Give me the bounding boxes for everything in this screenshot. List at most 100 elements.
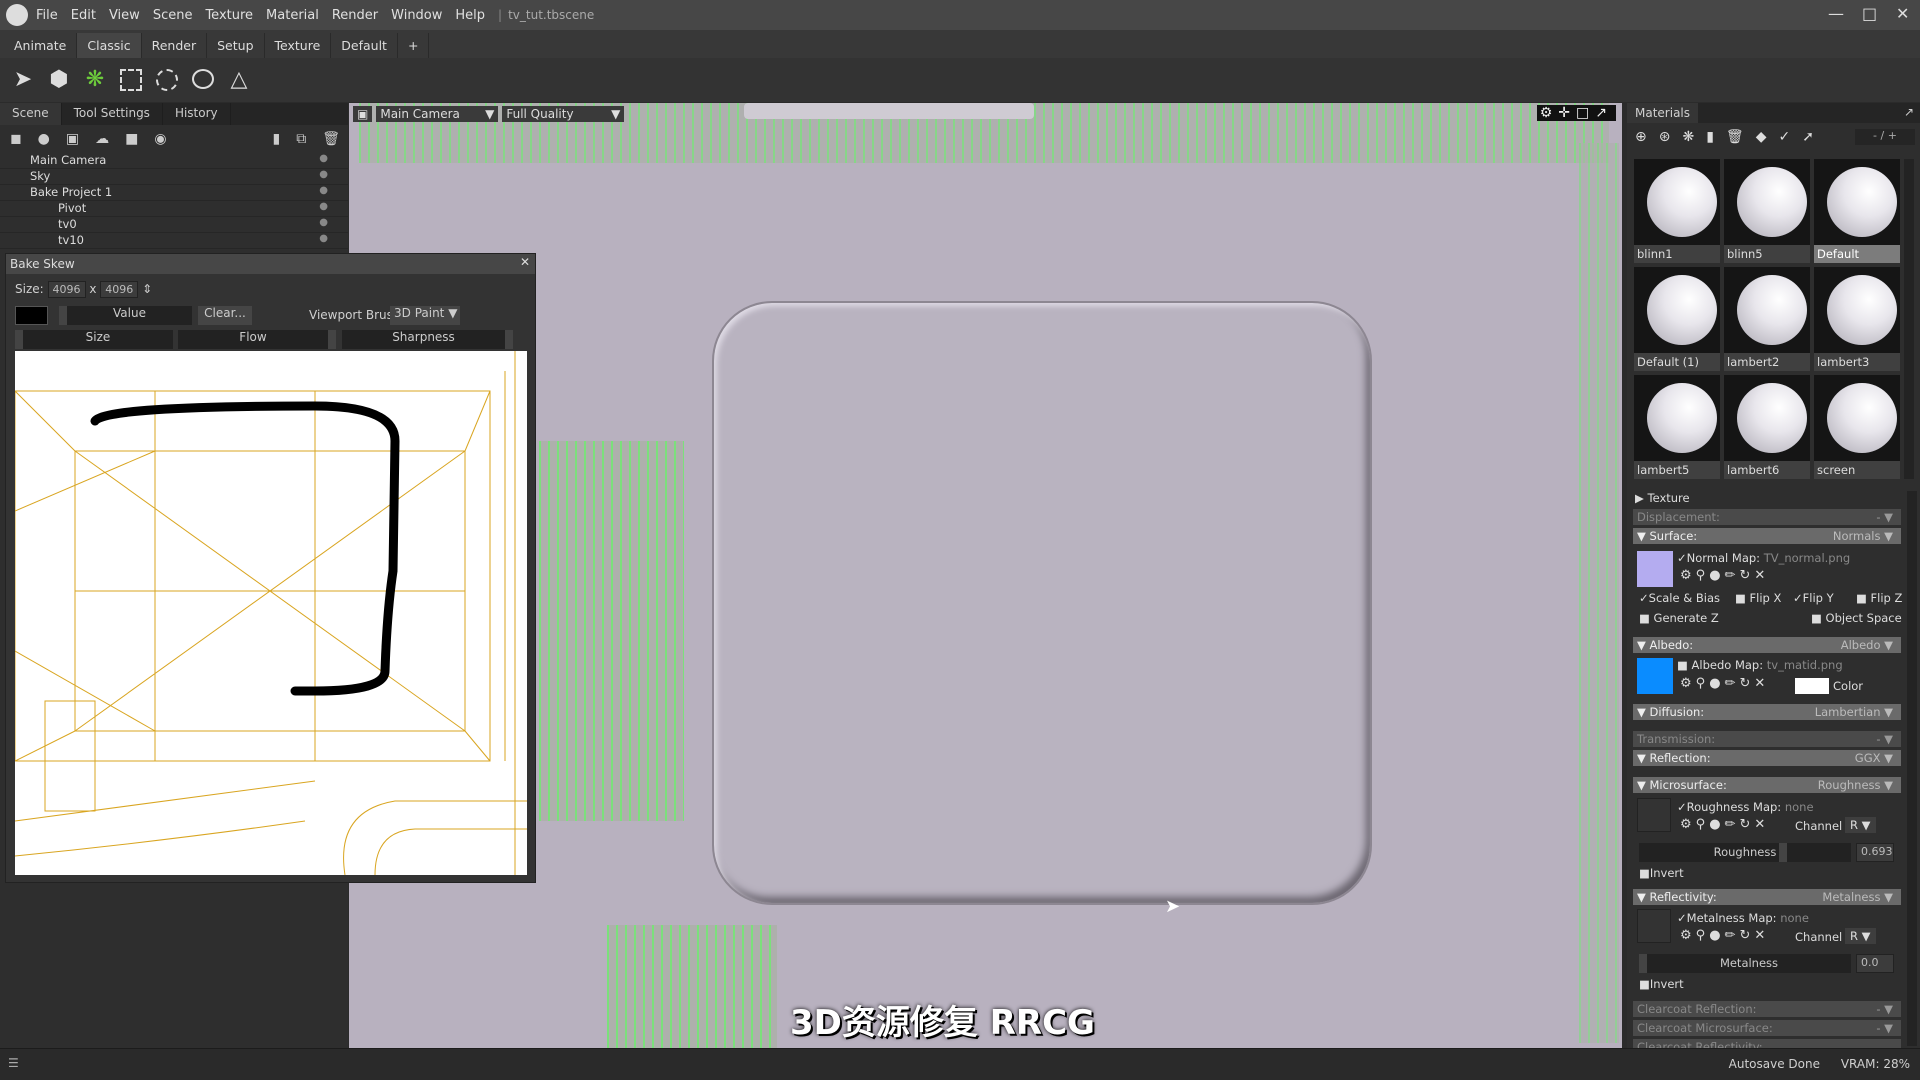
duplicate-icon[interactable]: ⧉ [296,131,306,147]
maximize-icon[interactable]: □ [1862,4,1877,23]
roughness-map-thumbnail[interactable] [1637,798,1671,832]
lasso-icon[interactable] [190,67,216,93]
menu-view[interactable]: View [109,8,140,23]
polygon-lasso-icon[interactable]: △ [226,67,252,93]
material-thumbnail[interactable]: lambert6 [1724,375,1810,479]
roughness-value[interactable]: 0.693 [1856,843,1894,862]
circle-select-icon[interactable] [154,67,180,93]
add-tab-button[interactable]: + [398,33,430,58]
width-field[interactable]: 4096 [47,281,86,298]
search-icon[interactable]: ⚲ [1696,928,1710,943]
visibility-icon[interactable]: ● [319,233,328,244]
popout-icon[interactable]: ↗ [1904,105,1914,119]
tree-item[interactable]: Pivot ● [0,201,348,217]
size-slider[interactable]: Size [15,330,173,349]
gear-icon[interactable]: ⚙ [1680,928,1696,943]
sphere-icon[interactable]: ● [1709,676,1724,691]
3d-viewport[interactable]: ▣ Main Camera ▼ Full Quality ▼ ⚙✛□↗ ➤ [349,103,1622,1048]
add-material-icon[interactable]: ◉ [154,131,166,147]
material-thumbnail[interactable]: lambert3 [1814,267,1900,371]
tab-history[interactable]: History [163,103,231,125]
tree-item[interactable]: tv0 ● [0,217,348,233]
trash-icon[interactable]: 🗑 [322,131,340,147]
scale-bias-checkbox[interactable]: ✓Scale & Bias [1639,591,1720,605]
menu-texture[interactable]: Texture [205,8,253,23]
material-thumbnail[interactable]: blinn1 [1634,159,1720,263]
add-bake-icon[interactable]: ■ [125,131,138,147]
sphere-icon[interactable]: ● [1709,568,1724,583]
add-material-icon[interactable]: ⊕ [1635,129,1659,145]
material-thumbnail[interactable]: lambert2 [1724,267,1810,371]
tab-classic[interactable]: Classic [77,33,142,58]
visibility-icon[interactable]: ● [319,201,328,212]
reload-icon[interactable]: ↻ [1739,928,1754,943]
microsurface-section[interactable]: ▼ Microsurface: Roughness ▼ [1633,777,1901,793]
flip-y-checkbox[interactable]: ✓Flip Y [1793,591,1834,605]
metalness-map-row[interactable]: ✓Metalness Map: none [1677,911,1809,925]
visibility-icon[interactable]: ● [319,217,328,228]
pencil-icon[interactable]: ✏ [1725,928,1740,943]
camera-dropdown[interactable]: Main Camera ▼ [376,106,499,122]
add-light-icon[interactable]: ● [38,131,50,147]
tree-item[interactable]: Sky ● [0,169,348,185]
rect-select-icon[interactable] [118,67,144,93]
clearcoat-microsurface-section[interactable]: Clearcoat Microsurface: - ▼ [1633,1020,1901,1036]
properties-scrollbar[interactable] [1907,491,1917,1046]
log-icon[interactable]: ☰ [8,1056,19,1070]
invert-checkbox[interactable]: ■Invert [1639,866,1684,880]
clear-button[interactable]: Clear... [198,306,252,325]
visibility-icon[interactable]: ● [319,185,328,196]
close-icon[interactable]: ✕ [1896,4,1909,23]
clear-icon[interactable]: ✕ [1754,676,1769,691]
albedo-map-thumbnail[interactable] [1637,658,1673,694]
texture-section[interactable]: ▶ Texture [1635,491,1690,505]
popout-icon[interactable]: ↗ [1595,105,1613,121]
stepper-icon[interactable]: ⇕ [142,282,152,296]
tab-animate[interactable]: Animate [4,33,78,58]
roughness-slider[interactable]: Roughness [1639,843,1851,862]
visibility-icon[interactable]: ● [319,153,328,164]
minimize-icon[interactable]: — [1828,4,1844,23]
invert-checkbox[interactable]: ■Invert [1639,977,1684,991]
clearcoat-reflectivity-section[interactable]: Clearcoat Reflectivity: [1633,1039,1901,1048]
tab-texture[interactable]: Texture [265,33,332,58]
menu-render[interactable]: Render [332,8,378,23]
select-arrow-icon[interactable]: ➤ [10,67,36,93]
search-icon[interactable]: ⚲ [1696,676,1710,691]
albedo-section[interactable]: ▼ Albedo: Albedo ▼ [1633,637,1901,653]
height-field[interactable]: 4096 [100,281,139,298]
uv-paint-canvas[interactable] [15,351,527,875]
gear-icon[interactable]: ⚙ [1540,105,1559,121]
flip-z-checkbox[interactable]: ■ Flip Z [1856,591,1902,605]
tree-item[interactable]: tv10 ● [0,233,348,249]
clear-icon[interactable]: ✕ [1754,568,1769,583]
menu-help[interactable]: Help [455,8,485,23]
search-icon[interactable]: ⚲ [1696,817,1710,832]
transmission-section[interactable]: Transmission: - ▼ [1633,731,1901,747]
pencil-icon[interactable]: ✏ [1725,568,1740,583]
pencil-icon[interactable]: ✏ [1725,676,1740,691]
material-thumbnail[interactable]: Default [1814,159,1900,263]
quality-dropdown[interactable]: Full Quality ▼ [502,106,625,122]
slider-handle[interactable] [1779,843,1787,862]
gear-icon[interactable]: ⚙ [1680,817,1696,832]
gear-icon[interactable]: ⚙ [1680,568,1696,583]
tab-render[interactable]: Render [142,33,208,58]
tree-item[interactable]: Bake Project 1 ● [0,185,348,201]
search-icon[interactable]: ⚲ [1696,568,1710,583]
pencil-icon[interactable]: ✏ [1725,817,1740,832]
object-cube-icon[interactable]: ⬢ [46,67,72,93]
material-thumbnail[interactable]: blinn5 [1724,159,1810,263]
sphere-icon[interactable]: ● [1709,928,1724,943]
roughness-map-row[interactable]: ✓Roughness Map: none [1677,800,1814,814]
page-indicator[interactable]: - / + [1855,129,1915,145]
tab-default[interactable]: Default [331,33,398,58]
assign-icon[interactable]: ◆ [1756,129,1779,145]
add-mesh-icon[interactable]: ◼ [10,131,22,147]
close-icon[interactable]: ✕ [520,255,530,269]
reflectivity-section[interactable]: ▼ Reflectivity: Metalness ▼ [1633,889,1901,905]
export-icon[interactable]: ➚ [1802,129,1826,145]
trash-icon[interactable]: 🗑 [1726,129,1756,145]
menu-scene[interactable]: Scene [153,8,193,23]
tab-scene[interactable]: Scene [0,103,62,125]
